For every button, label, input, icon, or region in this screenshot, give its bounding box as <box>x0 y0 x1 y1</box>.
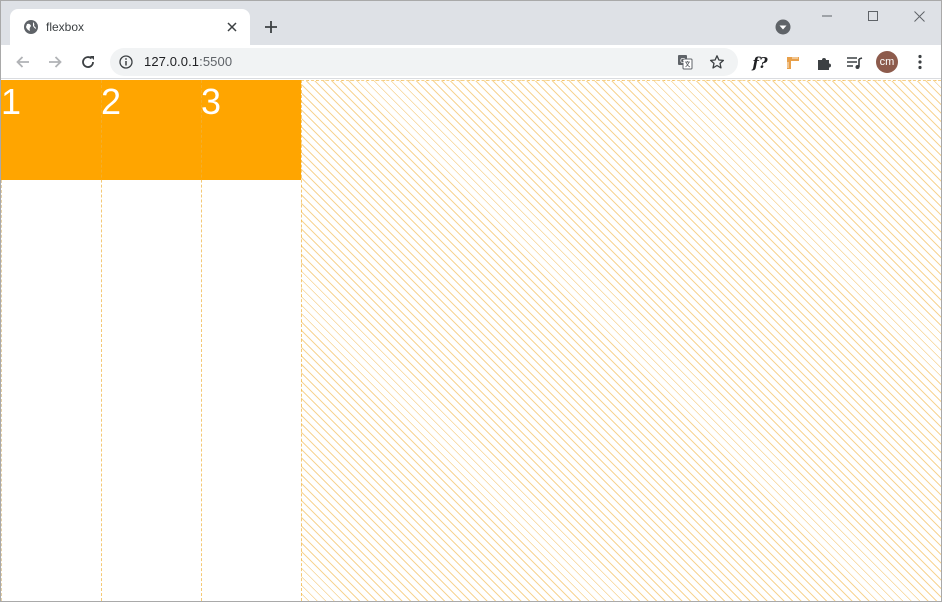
flex-item-2: 2 <box>101 80 201 180</box>
reload-button[interactable] <box>74 48 102 76</box>
flex-item-3: 3 <box>201 80 301 180</box>
media-queue-icon[interactable] <box>843 51 867 75</box>
browser-toolbar: 127.0.0.1:5500 G f? cm <box>1 45 941 79</box>
flex-item-label: 3 <box>201 81 222 122</box>
devtools-free-space-overlay <box>301 80 941 601</box>
address-bar[interactable]: 127.0.0.1:5500 G <box>110 48 738 76</box>
flex-item-1: 1 <box>1 80 101 180</box>
maximize-button[interactable] <box>850 1 896 31</box>
svg-text:G: G <box>680 57 685 65</box>
ruler-ext-icon[interactable] <box>781 51 805 75</box>
url-text[interactable]: 127.0.0.1:5500 <box>144 54 232 70</box>
new-tab-button[interactable] <box>259 15 283 39</box>
font-ext-icon[interactable]: f? <box>748 51 772 75</box>
flex-container: 1 2 3 <box>1 80 301 601</box>
tab-title: flexbox <box>46 20 85 34</box>
globe-icon <box>23 19 39 35</box>
browser-window: flexbox 127.0.0.1:5500 G f? cm 1 2 3 <box>0 0 942 602</box>
more-vert-icon[interactable] <box>909 51 931 73</box>
page-viewport: 1 2 3 <box>1 80 941 601</box>
tab-flexbox[interactable]: flexbox <box>10 9 250 45</box>
avatar[interactable]: cm <box>876 51 898 73</box>
chevron-down-circle-icon[interactable] <box>773 17 793 37</box>
tab-strip: flexbox <box>1 1 941 45</box>
info-icon[interactable] <box>118 54 134 70</box>
tab-close-icon[interactable] <box>222 17 242 37</box>
url-host: 127.0.0.1 <box>144 54 200 69</box>
column-guide <box>301 80 302 601</box>
puzzle-icon[interactable] <box>812 51 836 75</box>
flex-item-label: 2 <box>101 81 122 122</box>
translate-icon[interactable]: G <box>676 53 694 71</box>
url-port: :5500 <box>199 54 233 69</box>
forward-button[interactable] <box>41 48 69 76</box>
back-button[interactable] <box>9 48 37 76</box>
column-guide <box>201 80 202 601</box>
minimize-button[interactable] <box>804 1 850 31</box>
column-guide <box>101 80 102 601</box>
window-close-button[interactable] <box>896 1 941 31</box>
star-icon[interactable] <box>708 53 726 71</box>
flex-item-label: 1 <box>1 81 22 122</box>
